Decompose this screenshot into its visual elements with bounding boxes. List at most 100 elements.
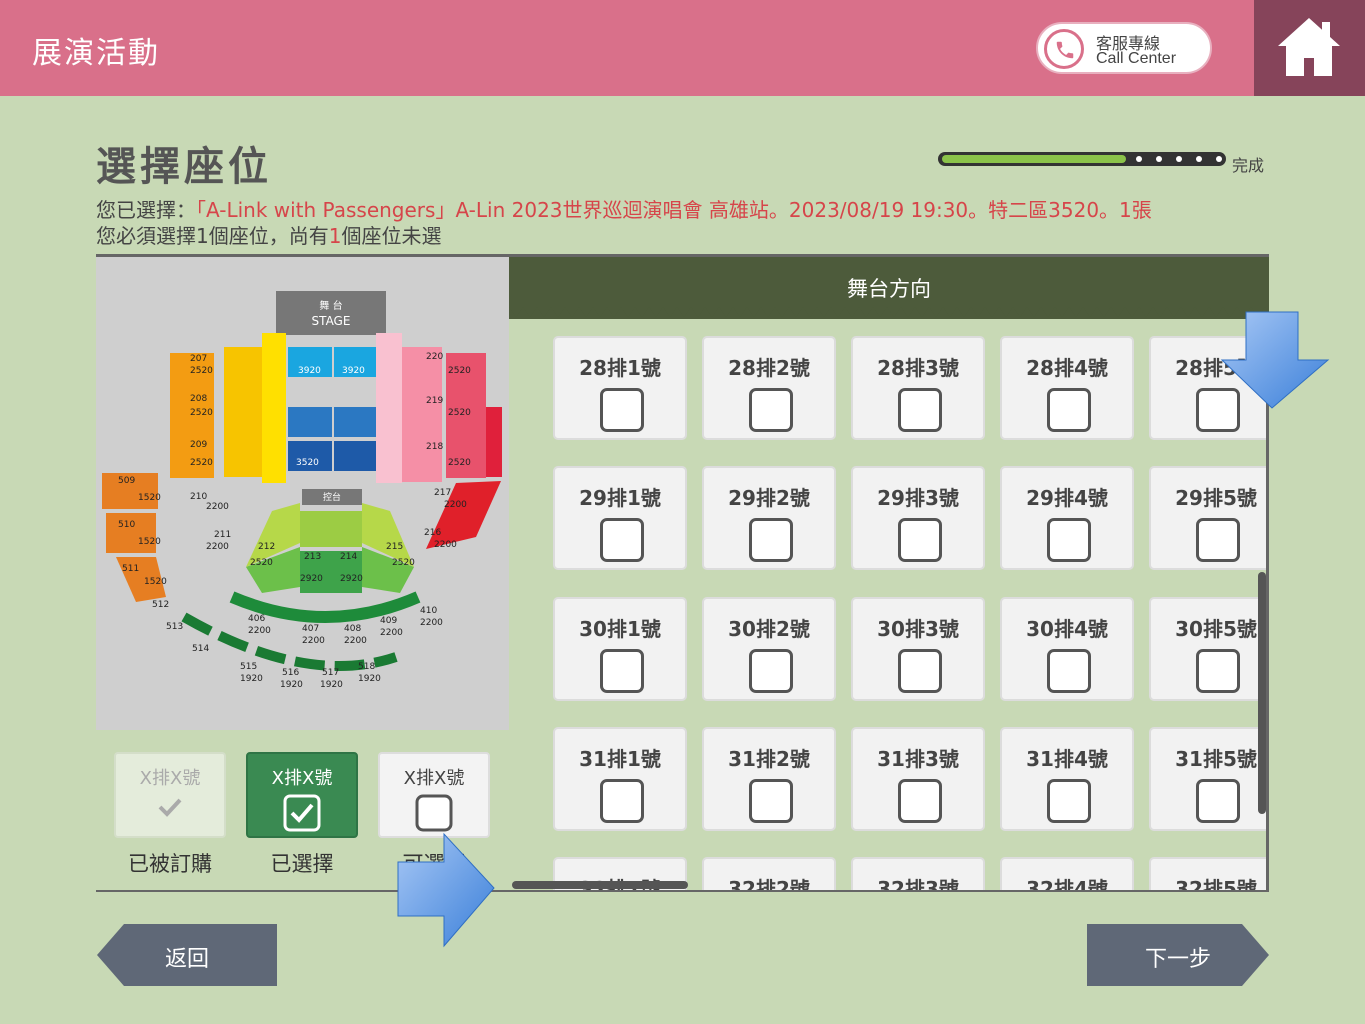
map-label-207: 207 xyxy=(190,354,207,364)
seat-button[interactable]: 32排2號 xyxy=(702,857,836,890)
seat-checkbox[interactable] xyxy=(898,518,942,562)
seat-grid[interactable]: 28排1號 28排2號 28排3號 28排4號 28排5號 29排1號 29排2號 29排3號… xyxy=(509,319,1267,890)
seat-button[interactable]: 30排2號 xyxy=(702,597,836,701)
map-price-208: 2520 xyxy=(190,408,213,418)
seat-checkbox[interactable] xyxy=(1047,649,1091,693)
seat-checkbox[interactable] xyxy=(1196,649,1240,693)
seat-label: 32排3號 xyxy=(877,877,959,890)
home-icon xyxy=(1278,18,1340,76)
seat-button[interactable]: 29排3號 xyxy=(851,466,985,570)
map-price-215: 2520 xyxy=(392,558,415,568)
map-label-209: 209 xyxy=(190,440,207,450)
map-label-219: 219 xyxy=(426,396,443,406)
seat-button[interactable]: 30排5號 xyxy=(1149,597,1267,701)
map-label-513: 513 xyxy=(166,622,183,632)
seat-checkbox[interactable] xyxy=(749,518,793,562)
legend-selected-label: 已選擇 xyxy=(270,852,334,876)
seat-button[interactable]: 30排3號 xyxy=(851,597,985,701)
home-button[interactable] xyxy=(1254,0,1365,96)
checkbox-checked-icon xyxy=(283,794,321,832)
seat-button[interactable]: 29排1號 xyxy=(553,466,687,570)
map-price-515: 1920 xyxy=(240,674,263,684)
stage-direction-bar: 舞台方向 xyxy=(509,257,1269,319)
map-price-517: 1920 xyxy=(320,680,343,690)
seat-label: 31排3號 xyxy=(877,747,959,771)
seat-checkbox[interactable] xyxy=(898,388,942,432)
map-label-406: 406 xyxy=(248,614,265,624)
seat-checkbox[interactable] xyxy=(749,779,793,823)
seat-label: 28排3號 xyxy=(877,356,959,380)
seat-button[interactable]: 28排3號 xyxy=(851,336,985,440)
seat-label: 29排5號 xyxy=(1175,486,1257,510)
seat-button[interactable]: 30排1號 xyxy=(553,597,687,701)
map-label-214: 214 xyxy=(340,552,357,562)
seat-button[interactable]: 31排1號 xyxy=(553,727,687,831)
progress-bar xyxy=(938,152,1226,166)
seat-label: 29排1號 xyxy=(579,486,661,510)
map-price-floor-2: 3920 xyxy=(342,366,365,376)
next-button[interactable]: 下一步 xyxy=(1086,923,1270,987)
seat-button[interactable]: 28排1號 xyxy=(553,336,687,440)
call-center-button[interactable]: 客服專線 Call Center xyxy=(1036,22,1212,74)
seat-button[interactable]: 29排5號 xyxy=(1149,466,1267,570)
seat-checkbox[interactable] xyxy=(749,649,793,693)
seat-checkbox[interactable] xyxy=(898,779,942,823)
seat-label: 30排3號 xyxy=(877,617,959,641)
progress-dot xyxy=(1196,156,1202,162)
map-label-208: 208 xyxy=(190,394,207,404)
seat-checkbox[interactable] xyxy=(600,649,644,693)
seat-checkbox[interactable] xyxy=(1196,779,1240,823)
seat-button[interactable]: 32排5號 xyxy=(1149,857,1267,890)
seat-label: 31排2號 xyxy=(728,747,810,771)
map-price-217: 2200 xyxy=(444,500,467,510)
map-price-212: 2520 xyxy=(250,558,273,568)
map-price-floor-1: 3920 xyxy=(298,366,321,376)
seat-button[interactable]: 31排5號 xyxy=(1149,727,1267,831)
seat-label: 29排4號 xyxy=(1026,486,1108,510)
next-button-label: 下一步 xyxy=(1144,947,1211,972)
checkbox-empty-icon xyxy=(415,794,453,832)
map-price-219: 2520 xyxy=(448,408,471,418)
seat-button[interactable]: 29排2號 xyxy=(702,466,836,570)
map-price-floor-3: 3520 xyxy=(296,458,319,468)
back-button[interactable]: 返回 xyxy=(96,923,278,987)
seat-checkbox[interactable] xyxy=(1047,779,1091,823)
seat-checkbox[interactable] xyxy=(898,649,942,693)
seat-checkbox[interactable] xyxy=(1047,388,1091,432)
seat-button[interactable]: 31排4號 xyxy=(1000,727,1134,831)
seat-checkbox[interactable] xyxy=(600,518,644,562)
seat-button[interactable]: 31排3號 xyxy=(851,727,985,831)
seat-checkbox[interactable] xyxy=(600,779,644,823)
seat-button[interactable]: 28排2號 xyxy=(702,336,836,440)
seat-button[interactable]: 30排4號 xyxy=(1000,597,1134,701)
vertical-scrollbar[interactable] xyxy=(1258,572,1266,814)
map-label-210: 210 xyxy=(190,492,207,502)
seat-label: 32排2號 xyxy=(728,877,810,890)
seat-checkbox[interactable] xyxy=(1047,518,1091,562)
map-label-512: 512 xyxy=(152,600,169,610)
seat-button[interactable]: 32排4號 xyxy=(1000,857,1134,890)
map-label-220: 220 xyxy=(426,352,443,362)
legend-booked: X排X號 xyxy=(114,752,226,838)
seat-label: 30排4號 xyxy=(1026,617,1108,641)
map-stage-zh: 舞 台 xyxy=(319,299,342,312)
seat-label: 30排1號 xyxy=(579,617,661,641)
map-price-220: 2520 xyxy=(448,366,471,376)
map-label-518: 518 xyxy=(358,662,375,672)
seat-checkbox[interactable] xyxy=(1196,518,1240,562)
seat-checkbox[interactable] xyxy=(600,388,644,432)
map-price-410: 2200 xyxy=(420,618,443,628)
map-price-207: 2520 xyxy=(190,366,213,376)
seat-checkbox[interactable] xyxy=(749,388,793,432)
horizontal-scrollbar[interactable] xyxy=(512,881,688,889)
arrow-right-icon xyxy=(397,832,495,948)
app-header: 展演活動 客服專線 Call Center xyxy=(0,0,1365,96)
map-price-210: 2200 xyxy=(206,502,229,512)
legend-selected: X排X號 xyxy=(246,752,358,838)
progress-fill xyxy=(942,155,1126,163)
seat-button[interactable]: 28排4號 xyxy=(1000,336,1134,440)
map-label-215: 215 xyxy=(386,542,403,552)
seat-button[interactable]: 31排2號 xyxy=(702,727,836,831)
seat-button[interactable]: 29排4號 xyxy=(1000,466,1134,570)
seat-button[interactable]: 32排3號 xyxy=(851,857,985,890)
